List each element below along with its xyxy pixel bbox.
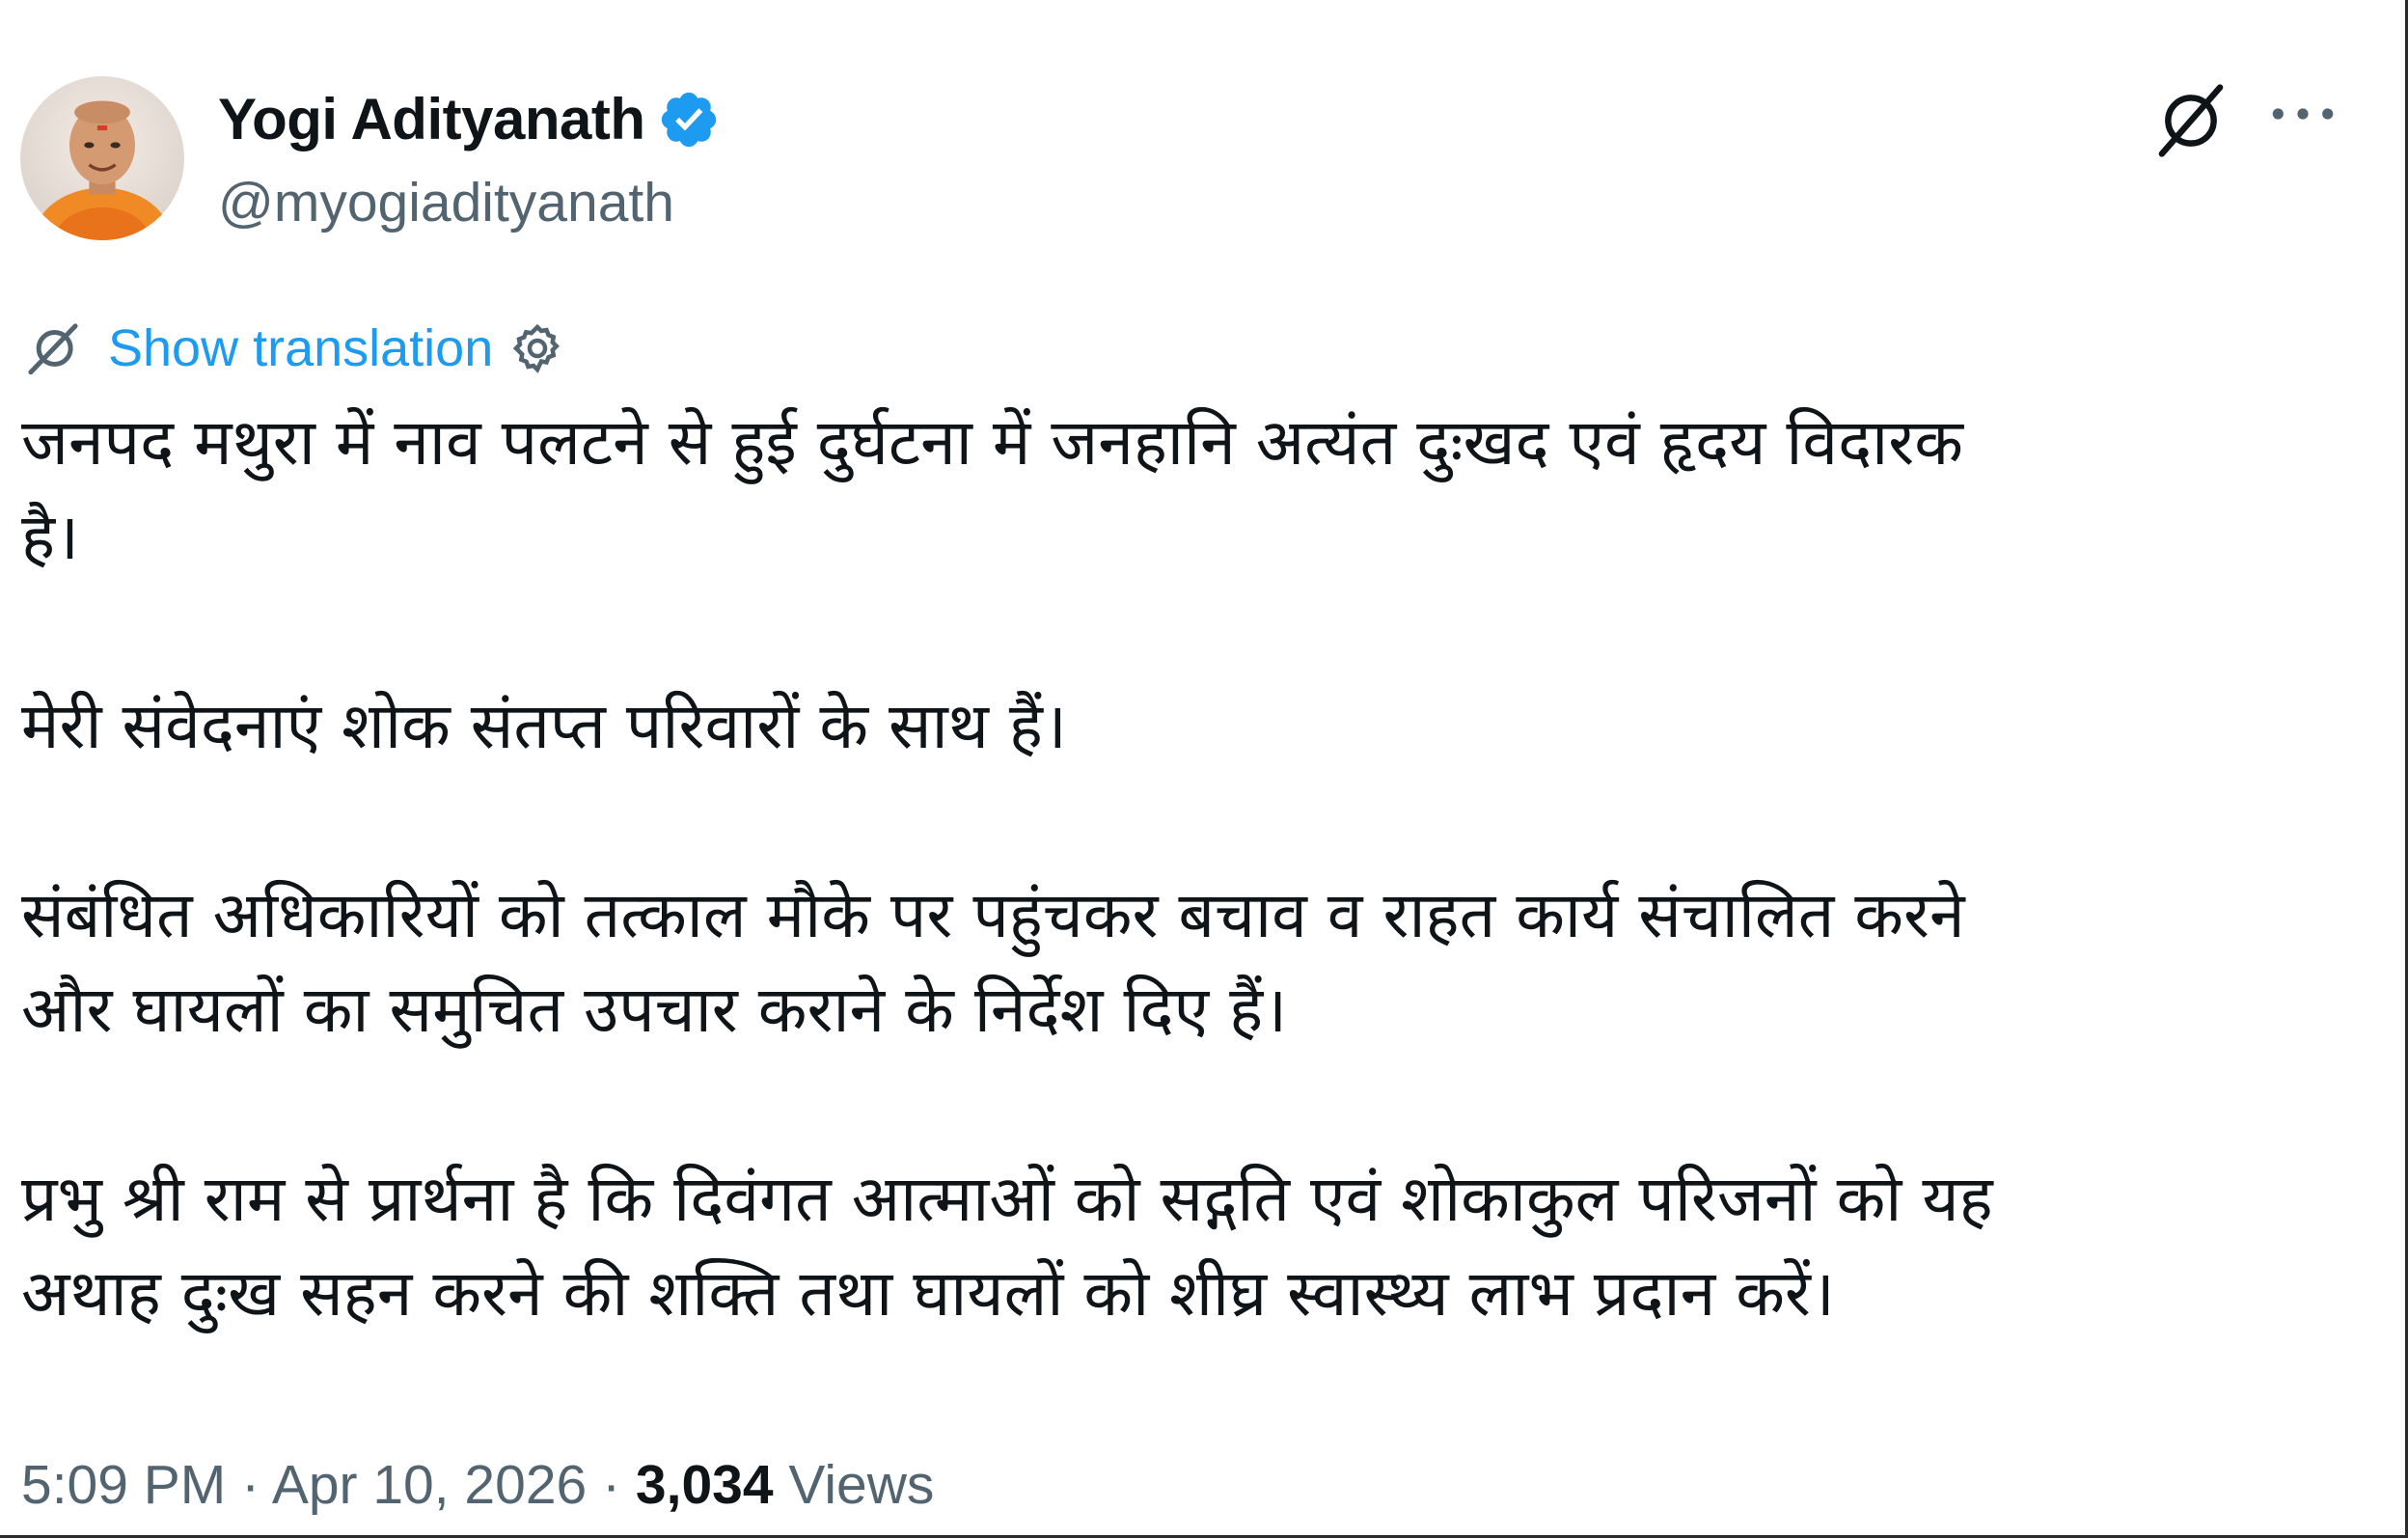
avatar[interactable] [20,76,184,240]
views-label: Views [788,1454,935,1516]
meta-separator: · [241,1454,260,1516]
author-name-row: Yogi Adityanath [218,85,721,154]
tweet-line: और घायलों का समुचित उपचार कराने के निर्द… [21,973,1288,1047]
verified-badge-icon[interactable] [657,88,721,151]
views-count[interactable]: 3,034 [636,1454,774,1516]
tweet-line: अथाह दुःख सहन करने की शक्ति तथा घायलों क… [21,1256,1835,1331]
grok-icon [2158,84,2224,157]
tweet-line: है। [21,500,80,574]
more-options-button[interactable] [2261,85,2344,143]
tweet-line: संबंधित अधिकारियों को तत्काल मौके पर पहु… [21,878,1965,952]
meta-separator: · [602,1454,621,1516]
tweet-text: जनपद मथुरा में नाव पलटने से हुई दुर्घटना… [21,396,2366,1341]
grok-translate-icon [28,323,78,375]
tweet-date[interactable]: Apr 10, 2026 [272,1454,587,1516]
grok-button[interactable] [2149,79,2232,162]
tweet-card: Yogi Adityanath @myogiadityanath Show tr… [0,0,2408,1538]
user-handle[interactable]: @myogiadityanath [218,170,674,235]
gear-icon[interactable] [508,319,566,377]
more-options-icon [2272,108,2334,120]
display-name[interactable]: Yogi Adityanath [218,85,645,154]
tweet-line: जनपद मथुरा में नाव पलटने से हुई दुर्घटना… [21,405,1963,480]
tweet-line: प्रभु श्री राम से प्रार्थना है कि दिवंगत… [21,1162,1993,1236]
translation-row: Show translation [21,315,566,382]
show-translation-link[interactable]: Show translation [108,316,493,380]
profile-photo-icon [20,76,184,240]
tweet-time[interactable]: 5:09 PM [21,1454,226,1516]
tweet-line: मेरी संवेदनाएं शोक संतप्त परिवारों के सा… [21,689,1067,763]
tweet-meta: 5:09 PM · Apr 10, 2026 · 3,034 Views [21,1451,934,1519]
